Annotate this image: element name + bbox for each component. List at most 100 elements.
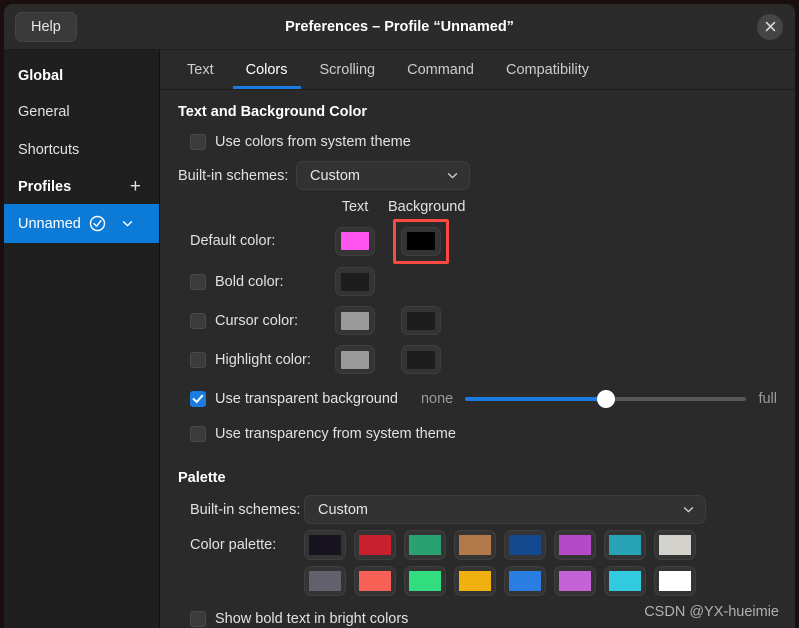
show-bold-bright-checkbox[interactable]	[190, 611, 206, 627]
palette-builtin-schemes-row: Built-in schemes: Custom	[178, 495, 777, 524]
row-cursor-color-label[interactable]: Cursor color:	[215, 313, 298, 329]
palette-swatch[interactable]	[404, 566, 446, 596]
highlight-text-color-swatch[interactable]	[335, 345, 375, 374]
palette-builtin-schemes-label: Built-in schemes:	[190, 501, 301, 518]
palette-swatch-color	[509, 535, 541, 555]
default-background-color-swatch[interactable]	[401, 226, 441, 256]
sidebar-header-global-label: Global	[18, 68, 64, 84]
close-icon[interactable]	[757, 13, 783, 40]
palette-swatch-color	[559, 535, 591, 555]
palette-swatch[interactable]	[304, 530, 346, 560]
palette-swatch-color	[309, 535, 341, 555]
palette-swatch[interactable]	[554, 566, 596, 596]
slider-thumb[interactable]	[596, 390, 615, 408]
palette-swatch-color	[459, 571, 491, 591]
palette-swatch[interactable]	[654, 530, 696, 560]
palette-swatch[interactable]	[404, 530, 446, 560]
cursor-color-checkbox[interactable]	[190, 312, 206, 329]
transparency-system-theme-checkbox[interactable]	[190, 426, 206, 442]
sidebar-profile-label: Unnamed	[18, 215, 81, 232]
row-default-color-label: Default color:	[190, 233, 276, 249]
use-system-theme-row: Use colors from system theme	[190, 129, 777, 155]
palette-swatch-color	[459, 535, 491, 555]
tab-command[interactable]: Command	[394, 62, 487, 89]
main-pane: Text Colors Scrolling Command Compatibil…	[160, 50, 795, 628]
bold-color-checkbox[interactable]	[190, 273, 206, 290]
palette-swatch[interactable]	[654, 566, 696, 596]
builtin-schemes-select[interactable]: Custom	[296, 161, 470, 190]
sidebar-item-shortcuts-label: Shortcuts	[18, 142, 80, 158]
window-body: Global General Shortcuts Profiles + Unna…	[4, 50, 795, 628]
palette-swatch[interactable]	[454, 566, 496, 596]
default-text-color-swatch[interactable]	[335, 226, 375, 256]
tab-scrolling[interactable]: Scrolling	[307, 62, 389, 89]
preferences-window: Help Preferences – Profile “Unnamed” Glo…	[4, 4, 795, 628]
palette-swatch[interactable]	[504, 530, 546, 560]
colors-panel: Text and Background Color Use colors fro…	[160, 90, 795, 628]
sidebar-item-shortcuts[interactable]: Shortcuts	[4, 131, 159, 169]
palette-swatch-color	[409, 571, 441, 591]
palette-swatch-color	[609, 571, 641, 591]
highlight-background-color-swatch[interactable]	[401, 345, 441, 374]
builtin-schemes-label: Built-in schemes:	[178, 167, 289, 184]
chevron-down-icon[interactable]	[121, 217, 134, 230]
column-header-text: Text	[341, 199, 369, 215]
use-system-theme-label[interactable]: Use colors from system theme	[215, 134, 411, 150]
row-bold-color: Bold color:	[178, 262, 777, 301]
palette-swatch-color	[409, 535, 441, 555]
column-header-background: Background	[388, 199, 466, 215]
palette-swatch[interactable]	[604, 530, 646, 560]
cursor-text-color-swatch[interactable]	[335, 306, 375, 335]
palette-swatch-color	[559, 571, 591, 591]
transparency-system-theme-label[interactable]: Use transparency from system theme	[215, 426, 456, 442]
tab-colors[interactable]: Colors	[232, 62, 301, 89]
palette-row-2	[304, 566, 696, 596]
cursor-background-color-swatch[interactable]	[401, 306, 441, 335]
tab-text[interactable]: Text	[174, 62, 227, 89]
palette-swatch[interactable]	[504, 566, 546, 596]
row-cursor-color: Cursor color:	[178, 301, 777, 340]
tab-bar: Text Colors Scrolling Command Compatibil…	[160, 50, 795, 90]
add-profile-icon[interactable]: +	[126, 177, 145, 196]
palette-swatch[interactable]	[354, 530, 396, 560]
palette-swatch-color	[609, 535, 641, 555]
slider-min-label: none	[420, 391, 454, 407]
close-glyph	[765, 21, 775, 32]
highlight-color-checkbox[interactable]	[190, 351, 206, 368]
palette-swatch[interactable]	[354, 566, 396, 596]
palette-swatch[interactable]	[304, 566, 346, 596]
transparent-background-checkbox[interactable]	[190, 391, 206, 407]
window-title: Preferences – Profile “Unnamed”	[285, 18, 514, 35]
palette-swatch-color	[359, 571, 391, 591]
sidebar: Global General Shortcuts Profiles + Unna…	[4, 50, 160, 628]
use-system-theme-checkbox[interactable]	[190, 134, 206, 150]
sidebar-header-profiles: Profiles +	[4, 169, 159, 204]
show-bold-bright-label[interactable]: Show bold text in bright colors	[215, 611, 408, 627]
palette-builtin-schemes-value: Custom	[318, 501, 368, 518]
sidebar-header-global: Global	[4, 58, 159, 93]
section-title-text-bg: Text and Background Color	[178, 104, 368, 120]
palette-swatch-color	[509, 571, 541, 591]
row-highlight-color-label[interactable]: Highlight color:	[215, 352, 311, 368]
swatch-column-headers: Text Background	[178, 194, 777, 220]
palette-swatch[interactable]	[454, 530, 496, 560]
section-title-palette: Palette	[178, 470, 226, 486]
transparency-slider[interactable]	[465, 390, 747, 408]
check-circle-icon[interactable]	[89, 215, 106, 232]
builtin-schemes-row: Built-in schemes: Custom	[178, 161, 777, 190]
color-palette-label: Color palette:	[190, 537, 277, 553]
transparent-background-label[interactable]: Use transparent background	[215, 391, 398, 407]
palette-swatch-color	[309, 571, 341, 591]
row-bold-color-label[interactable]: Bold color:	[215, 274, 284, 290]
sidebar-item-general[interactable]: General	[4, 93, 159, 131]
palette-swatch[interactable]	[554, 530, 596, 560]
row-default-color: Default color:	[178, 220, 777, 262]
sidebar-header-profiles-label: Profiles	[18, 179, 72, 195]
help-button[interactable]: Help	[15, 11, 77, 42]
palette-builtin-schemes-select[interactable]: Custom	[304, 495, 706, 524]
tab-compatibility[interactable]: Compatibility	[493, 62, 602, 89]
bold-text-color-swatch[interactable]	[335, 267, 375, 296]
palette-swatch[interactable]	[604, 566, 646, 596]
transparent-background-row: Use transparent background none full	[190, 386, 777, 412]
sidebar-item-profile-unnamed[interactable]: Unnamed	[4, 204, 159, 243]
